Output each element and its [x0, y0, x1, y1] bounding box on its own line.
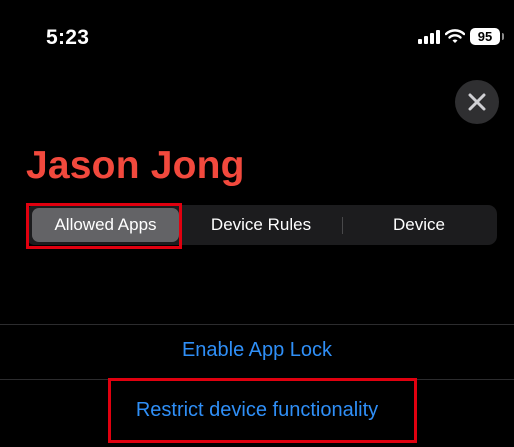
- segment-divider: [342, 217, 343, 234]
- tab-device-rules[interactable]: Device Rules: [186, 208, 336, 242]
- status-icons: 95: [418, 28, 504, 45]
- cellular-signal-icon: [418, 29, 440, 44]
- wifi-icon: [445, 29, 465, 43]
- tab-device[interactable]: Device: [346, 208, 492, 242]
- close-icon: [468, 93, 486, 111]
- close-button[interactable]: [455, 80, 499, 124]
- status-bar: 5:23 95: [0, 0, 514, 70]
- tab-label: Device Rules: [210, 215, 312, 234]
- segmented-control: Allowed Apps Device Rules Device: [26, 205, 497, 245]
- enable-app-lock-link[interactable]: Enable App Lock: [0, 339, 514, 362]
- restrict-device-link[interactable]: Restrict device functionality: [0, 399, 514, 422]
- divider: [0, 324, 514, 325]
- restrict-device-label: Restrict device functionality: [135, 399, 379, 421]
- tab-label: Allowed Apps: [54, 215, 157, 234]
- tab-allowed-apps[interactable]: Allowed Apps: [32, 208, 179, 242]
- tab-label: Device: [393, 215, 445, 234]
- status-time: 5:23: [46, 26, 90, 49]
- divider: [0, 379, 514, 380]
- enable-app-lock-label: Enable App Lock: [181, 339, 333, 361]
- page-title: Jason Jong: [26, 144, 245, 187]
- battery-level: 95: [477, 29, 493, 44]
- battery-icon: 95: [470, 28, 504, 45]
